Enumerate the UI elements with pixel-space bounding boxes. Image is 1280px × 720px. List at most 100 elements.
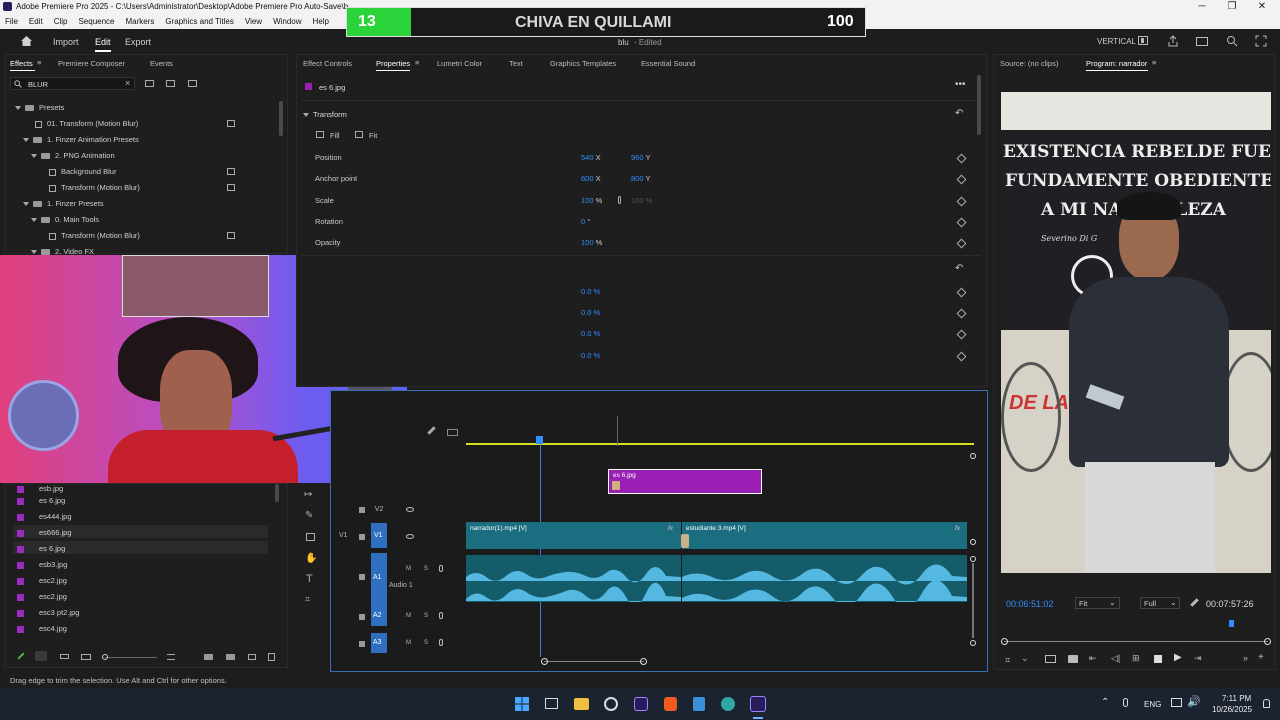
scrub-end-handle[interactable] (1264, 638, 1271, 645)
solo-button[interactable]: S (424, 566, 428, 572)
windows-start-icon[interactable] (515, 697, 529, 711)
timeline-clip-es6-jpg[interactable]: es 6.jpg (608, 469, 762, 494)
project-item[interactable]: esc2.jpg (17, 576, 67, 585)
file-explorer-icon[interactable] (574, 698, 589, 710)
keyframe-icon[interactable] (956, 287, 967, 298)
lock-icon[interactable] (359, 614, 365, 620)
menu-edit[interactable]: Edit (24, 14, 49, 29)
tab-essential-sound[interactable]: Essential Sound (641, 59, 695, 68)
timeline-audio-clip-a[interactable] (466, 555, 681, 602)
mic-tray-icon[interactable] (1123, 698, 1128, 707)
mute-button[interactable]: M (406, 640, 411, 646)
captions-icon[interactable] (447, 429, 458, 436)
more-controls-button[interactable]: » (1243, 653, 1248, 663)
add-button[interactable]: + (1258, 652, 1264, 663)
section-transform-header[interactable]: Transform (303, 110, 347, 119)
fullscreen-icon[interactable] (1255, 35, 1267, 47)
timeline-audio-clip-b[interactable] (682, 555, 967, 602)
menu-view[interactable]: View (240, 14, 268, 29)
effects-scrollbar[interactable] (279, 101, 283, 136)
project-item[interactable]: es 6.jpg (17, 544, 65, 553)
v2-track-label[interactable]: V2 (372, 505, 386, 515)
tree-item-main-tools[interactable]: 0. Main Tools (31, 215, 99, 224)
fill-icon[interactable] (316, 131, 324, 138)
timeline-vertical-scrollbar[interactable] (972, 563, 974, 638)
keyframe-anchor-icon[interactable] (956, 174, 967, 185)
effect-value[interactable]: 0.0 % (581, 329, 600, 338)
export-frame-button[interactable] (1068, 655, 1078, 663)
close-button[interactable]: ✕ (1247, 0, 1277, 14)
reset-transform-icon[interactable]: ↶ (955, 108, 963, 119)
panel-icon[interactable] (1141, 38, 1144, 43)
tab-program-monitor[interactable]: Program: narrador (1086, 59, 1147, 68)
timeline-zoom-handle[interactable] (970, 453, 976, 459)
brave-icon[interactable] (664, 697, 677, 711)
volume-icon[interactable]: 🔊 (1187, 695, 1201, 708)
new-bin-icon[interactable] (145, 80, 154, 87)
accelerated-effects-icon[interactable] (166, 80, 175, 87)
chevron-down-icon[interactable]: ⌄ (1021, 653, 1029, 664)
monitor-icon[interactable] (1196, 37, 1208, 46)
premiere-taskbar-icon[interactable] (634, 697, 648, 711)
keyframe-icon[interactable] (956, 351, 967, 362)
timeline-zoom-handle[interactable] (970, 556, 976, 562)
lift-button[interactable]: ⊞ (1132, 653, 1140, 664)
effect-value[interactable]: 0.0 % (581, 287, 600, 296)
tab-text[interactable]: Text (509, 59, 523, 68)
yuv-effects-icon[interactable] (188, 80, 197, 87)
quality-dropdown[interactable]: Full ⌄ (1140, 597, 1180, 609)
project-item[interactable]: esb.jpg (17, 484, 63, 493)
automate-icon[interactable] (204, 654, 213, 660)
trash-icon[interactable] (268, 653, 275, 661)
project-scrollbar[interactable] (275, 484, 279, 502)
type-tool[interactable]: T (306, 573, 313, 585)
menu-graphics[interactable]: Graphics and Titles (160, 14, 239, 29)
task-view-icon[interactable] (545, 698, 558, 709)
eye-icon[interactable] (406, 507, 414, 512)
edge-icon[interactable] (721, 697, 735, 711)
go-to-in-button[interactable]: ⇤ (1089, 653, 1097, 664)
tab-properties-menu[interactable]: ≡ (415, 58, 419, 67)
icon-view-icon[interactable] (60, 654, 69, 659)
notification-bell-icon[interactable] (1263, 699, 1270, 708)
workspace-label[interactable]: VERTICAL (1097, 37, 1136, 46)
chrome-icon[interactable] (604, 697, 618, 711)
sort-icon[interactable] (167, 654, 175, 660)
tab-menu-icon[interactable]: ≡ (37, 58, 41, 67)
tree-item-finzer-animation-presets[interactable]: 1. Finzer Animation Presets (23, 135, 139, 144)
position-x-value[interactable]: 540 X (581, 153, 601, 162)
tree-item-presets[interactable]: Presets (15, 103, 64, 112)
tree-item-finzer-presets[interactable]: 1. Finzer Presets (23, 199, 104, 208)
list-view-icon[interactable] (35, 651, 47, 661)
menu-markers[interactable]: Markers (121, 14, 161, 29)
scroll-handle-right[interactable] (640, 658, 647, 665)
effect-value[interactable]: 0.0 % (581, 308, 600, 317)
tree-item-background-blur[interactable]: Background Blur (49, 167, 116, 176)
tree-item-transform-motion-blur-01[interactable]: 01. Transform (Motion Blur) (35, 119, 138, 128)
project-item[interactable]: esb3.jpg (17, 560, 67, 569)
link-scale-icon[interactable] (618, 196, 621, 204)
language-indicator[interactable]: ENG (1144, 700, 1161, 709)
menu-sequence[interactable]: Sequence (73, 14, 120, 29)
opacity-value[interactable]: 100 % (581, 238, 602, 247)
v1-source-label[interactable]: V1 (339, 532, 348, 539)
freeform-view-icon[interactable] (81, 654, 91, 660)
scale-value[interactable]: 100 % (581, 196, 602, 205)
position-y-value[interactable]: 960 Y (631, 153, 650, 162)
timeline-zoom-handle[interactable] (970, 539, 976, 545)
tab-premiere-composer[interactable]: Premiere Composer (58, 59, 125, 68)
new-bin-button[interactable] (248, 654, 256, 660)
zoom-slider-handle[interactable] (102, 654, 108, 660)
anchor-x-value[interactable]: 600 X (581, 174, 601, 183)
tab-program-menu[interactable]: ≡ (1152, 58, 1156, 67)
timeline-clip-estudiante[interactable]: estudiante 3.mp4 [V] fx (682, 522, 967, 549)
home-icon[interactable] (20, 35, 33, 47)
tab-source-monitor[interactable]: Source: (no clips) (1000, 59, 1058, 68)
tab-lumetri-color[interactable]: Lumetri Color (437, 59, 482, 68)
menu-help[interactable]: Help (308, 14, 335, 29)
tab-graphics-templates[interactable]: Graphics Templates (550, 59, 616, 68)
tab-properties[interactable]: Properties (376, 59, 410, 68)
tab-events[interactable]: Events (150, 59, 173, 68)
export-tab[interactable]: Export (125, 37, 151, 47)
keyframe-rotation-icon[interactable] (956, 217, 967, 228)
